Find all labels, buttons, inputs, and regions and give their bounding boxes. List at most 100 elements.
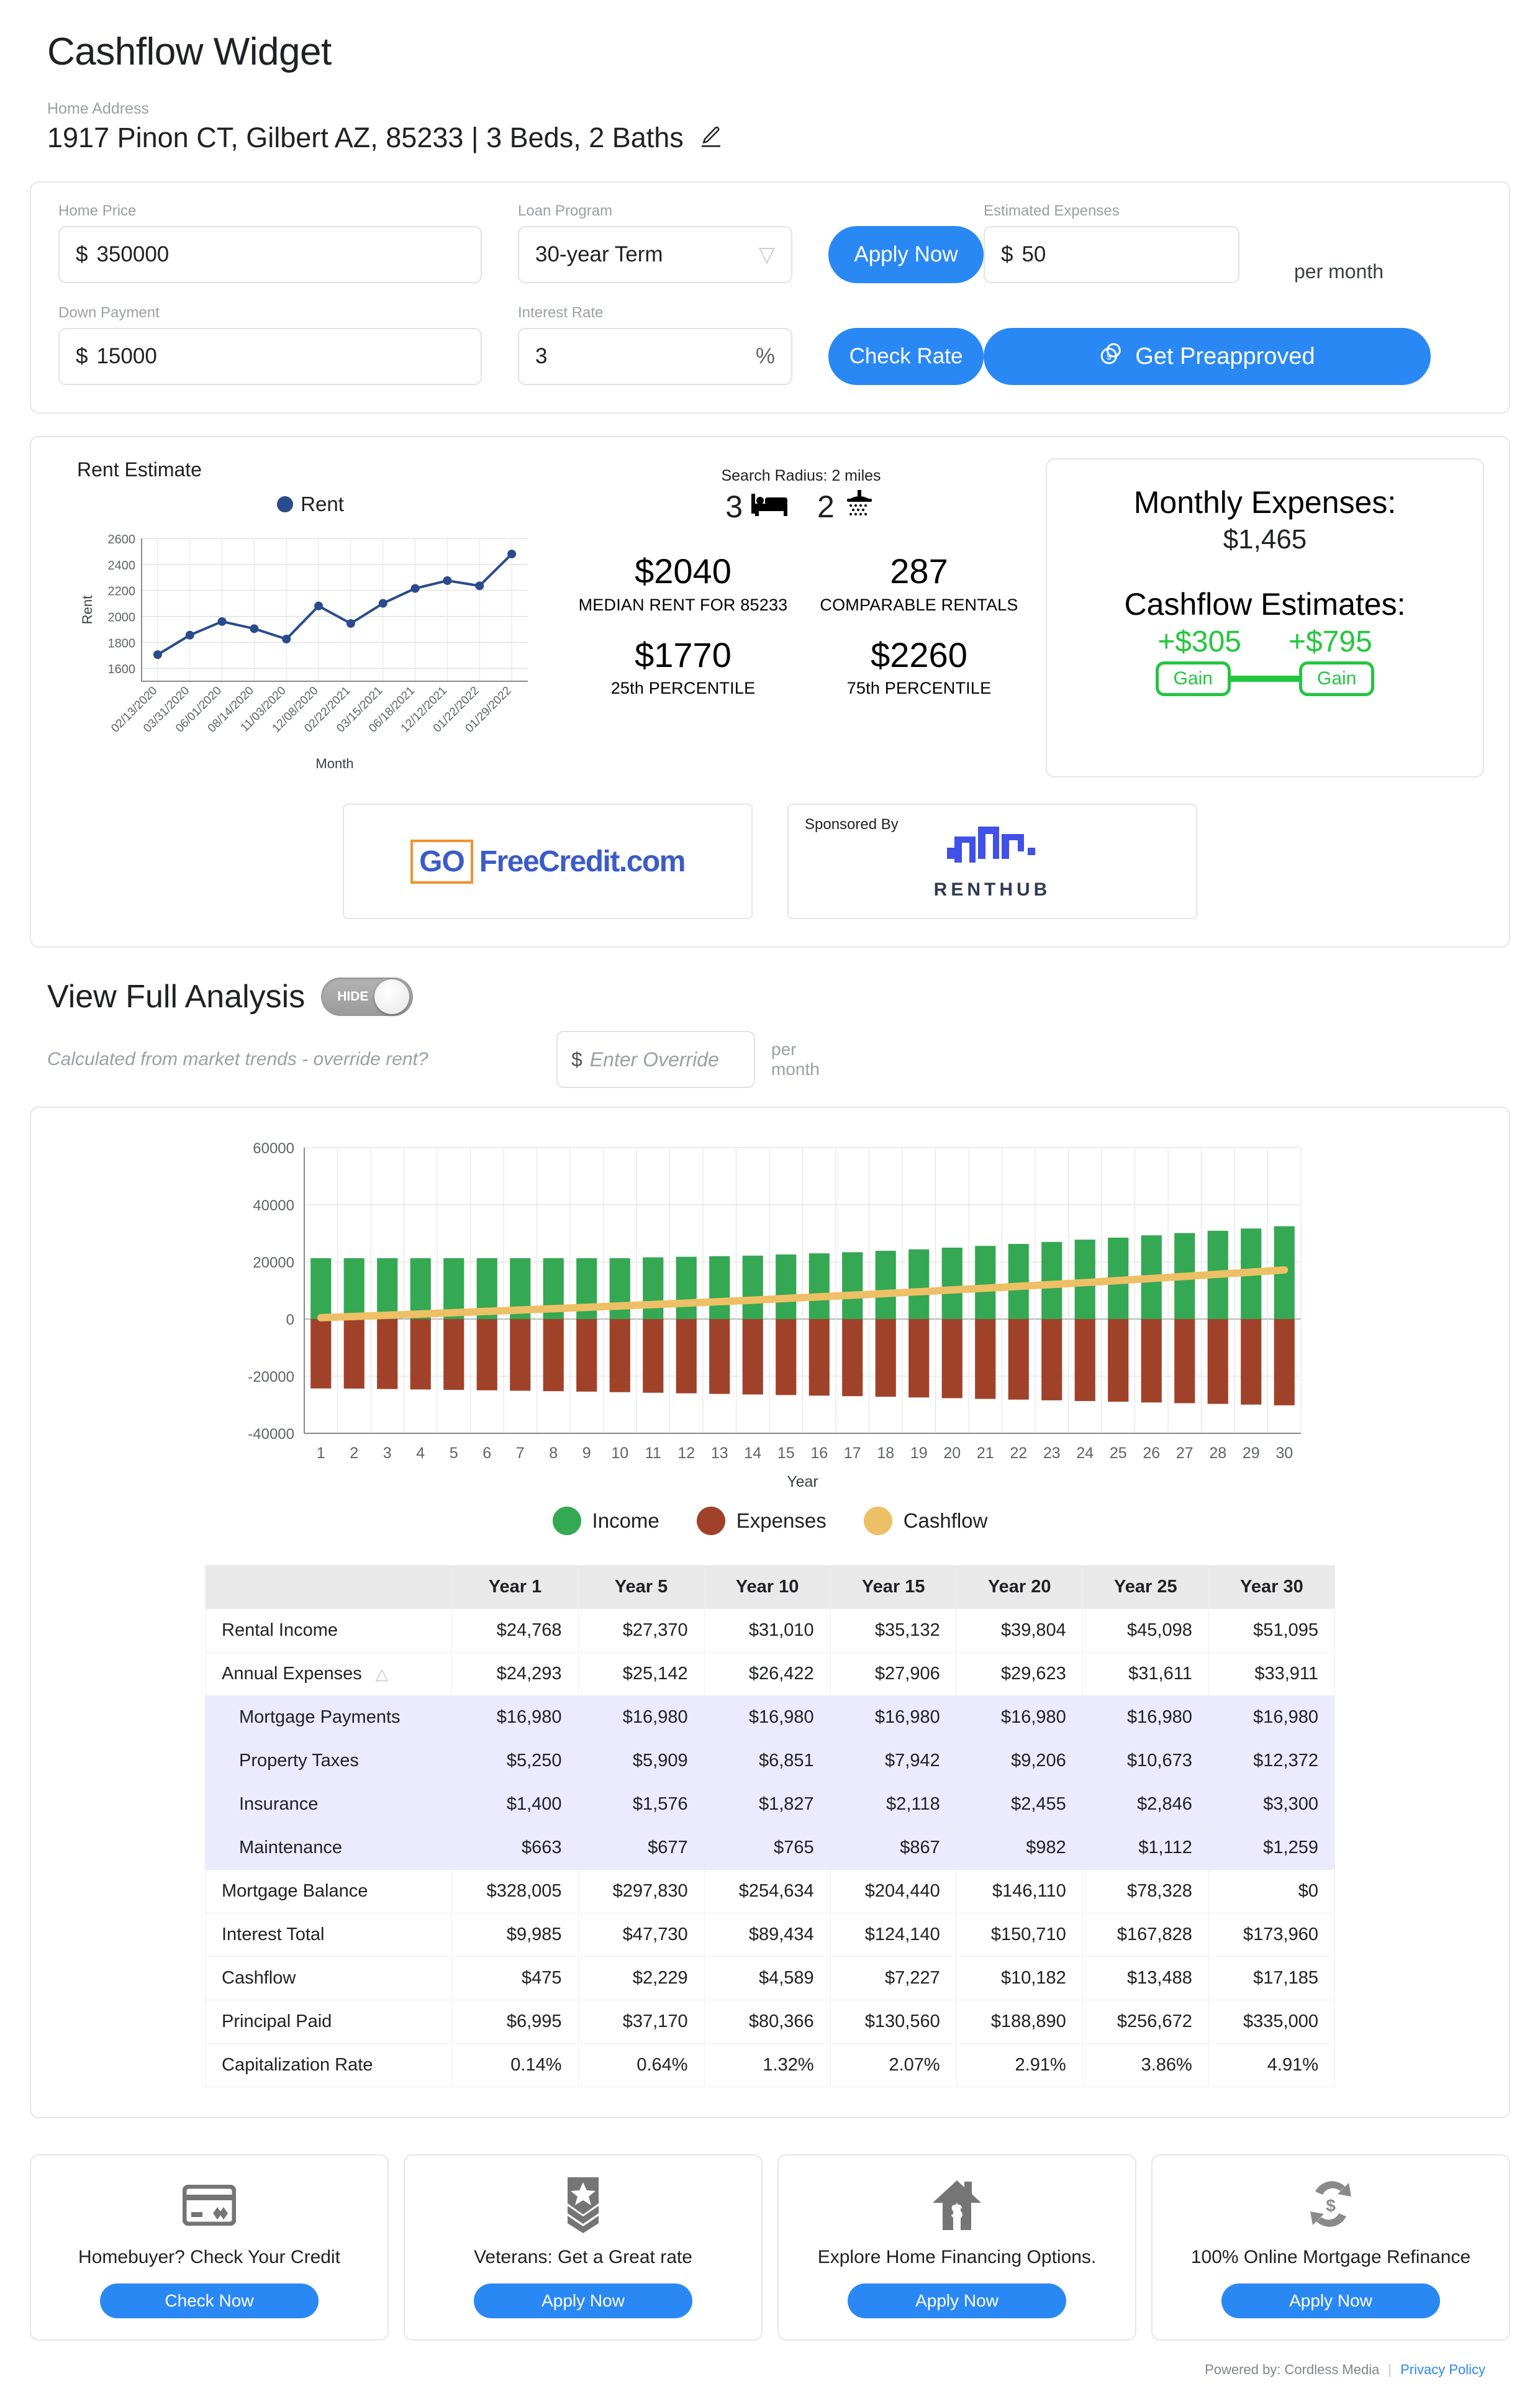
stat-caption: COMPARABLE RENTALS [801,595,1037,616]
home-price-input[interactable]: $ 350000 [58,226,482,283]
stat-value: $2040 [565,553,801,590]
table-cell: $24,293 [452,1653,578,1696]
table-col-header: Year 25 [1082,1566,1208,1609]
renthub-ad[interactable]: Sponsored By RENTHUB [787,804,1197,919]
stat-caption: MEDIAN RENT FOR 85233 [565,595,801,616]
info-triangle-icon[interactable]: △ [376,1664,388,1684]
estimated-expenses-input[interactable]: $ 50 [984,226,1239,283]
cta-card-financing[interactable]: $ Explore Home Financing Options. Apply … [777,2154,1136,2341]
table-row: Property Taxes$5,250$5,909$6,851$7,942$9… [206,1739,1335,1783]
svg-text:12: 12 [677,1444,695,1462]
table-cell: $16,980 [830,1696,956,1739]
table-cell: $982 [956,1826,1082,1870]
cashflow-values-row: +$305 +$795 [1066,625,1464,659]
table-cell: $2,229 [578,1957,704,2000]
stat-median-rent: $2040 MEDIAN RENT FOR 85233 [565,553,801,616]
table-cell: 2.91% [956,2044,1082,2087]
estimated-expenses-label: Estimated Expenses [984,202,1239,220]
table-cell: $80,366 [704,2000,830,2044]
apply-now-button-refinance[interactable]: Apply Now [1221,2283,1440,2318]
table-cell: $6,995 [452,2000,578,2044]
svg-text:1600: 1600 [108,663,136,676]
table-cell: $0 [1208,1870,1334,1913]
table-cell: $328,005 [452,1870,578,1913]
dollar-sign-icon: $ [76,242,88,267]
table-cell: $17,185 [1208,1957,1334,2000]
check-now-button[interactable]: Check Now [100,2283,319,2318]
apply-now-button[interactable]: Apply Now [828,226,984,283]
view-full-analysis-header: View Full Analysis HIDE [30,948,1510,1016]
loan-program-select[interactable]: 30-year Term ▽ [518,226,792,283]
svg-text:28: 28 [1209,1444,1226,1462]
table-row-label: Maintenance [206,1826,452,1870]
table-cell: $45,098 [1082,1609,1208,1653]
analysis-table-head: Year 1Year 5Year 10Year 15Year 20Year 25… [206,1566,1335,1609]
interest-rate-field: Interest Rate 3 % [518,304,828,385]
get-preapproved-cell: $ Get Preapproved [984,328,1482,385]
svg-text:30: 30 [1275,1444,1293,1462]
cta-card-credit[interactable]: Homebuyer? Check Your Credit Check Now [30,2154,389,2341]
table-row-label: Interest Total [206,1913,452,1957]
shower-icon [842,489,877,525]
footer: Powered by: Cordless Media | Privacy Pol… [30,2341,1510,2378]
table-cell: $27,906 [830,1653,956,1696]
renthub-wordmark: RENTHUB [934,879,1051,900]
estimated-expenses-suffix: per month [1275,260,1482,283]
svg-text:29: 29 [1243,1444,1260,1462]
dollar-sign-icon: $ [571,1048,582,1071]
monthly-expenses-value: $1,465 [1066,524,1464,555]
rent-override-input[interactable]: $ Enter Override [556,1031,755,1088]
cta-card-refinance[interactable]: $ 100% Online Mortgage Refinance Apply N… [1151,2154,1510,2341]
table-cell: $10,182 [956,1957,1082,2000]
table-cell: $89,434 [704,1913,830,1957]
bedroom-count: 3 [725,489,743,525]
rent-stats-block: Search Radius: 2 miles 3 2 [565,458,1037,778]
table-cell: $204,440 [830,1870,956,1913]
table-cell: $150,710 [956,1913,1082,1957]
cashflow-legend-dot-icon [864,1507,892,1535]
table-cell: $475 [452,1957,578,2000]
table-row-label: Rental Income [206,1609,452,1653]
sponsor-row: GO FreeCredit.com Sponsored By [56,804,1484,919]
table-cell: $867 [830,1826,956,1870]
gofreecredit-ad[interactable]: GO FreeCredit.com [343,804,753,919]
apply-now-button-veterans[interactable]: Apply Now [474,2283,692,2318]
table-row: Mortgage Payments$16,980$16,980$16,980$1… [206,1696,1335,1739]
rent-override-row: Calculated from market trends - override… [30,1016,1510,1088]
cta-card-veterans[interactable]: Veterans: Get a Great rate Apply Now [404,2154,763,2341]
table-row: Rental Income$24,768$27,370$31,010$35,13… [206,1609,1335,1653]
rent-line-chart: 16001800200022002400260002/13/202003/31/… [56,526,565,778]
svg-text:$: $ [1326,2196,1336,2215]
table-cell: $188,890 [956,2000,1082,2044]
expenses-legend-dot-icon [697,1507,725,1535]
apply-now-button-financing[interactable]: Apply Now [848,2283,1066,2318]
interest-rate-input[interactable]: 3 % [518,328,792,385]
apply-now-cell: Apply Now [828,226,984,283]
table-cell: 2.07% [830,2044,956,2087]
chevron-down-icon: ▽ [759,244,775,265]
table-cell: $31,010 [704,1609,830,1653]
svg-text:6: 6 [482,1444,491,1462]
svg-text:60000: 60000 [253,1140,294,1157]
cta-card-row: Homebuyer? Check Your Credit Check Now V… [30,2154,1510,2341]
table-cell: 0.64% [578,2044,704,2087]
interest-rate-value: 3 [535,344,547,369]
search-radius-label: Search Radius: 2 miles [565,467,1037,485]
toggle-knob [374,979,409,1014]
table-cell: $6,851 [704,1739,830,1783]
edit-pencil-icon[interactable] [699,124,723,152]
home-price-value: 350000 [96,242,169,267]
income-legend-dot-icon [553,1507,581,1535]
loan-program-label: Loan Program [518,202,792,220]
hide-analysis-toggle[interactable]: HIDE [321,977,413,1016]
table-row-label: Principal Paid [206,2000,452,2044]
privacy-policy-link[interactable]: Privacy Policy [1400,2362,1485,2378]
check-rate-button[interactable]: Check Rate [828,328,984,385]
svg-text:1800: 1800 [108,637,136,650]
footer-separator: | [1388,2362,1392,2378]
table-col-header: Year 15 [830,1566,956,1609]
get-preapproved-button[interactable]: $ Get Preapproved [984,328,1431,385]
down-payment-input[interactable]: $ 15000 [58,328,482,385]
bed-icon [750,489,790,525]
credit-card-icon [183,2179,236,2231]
